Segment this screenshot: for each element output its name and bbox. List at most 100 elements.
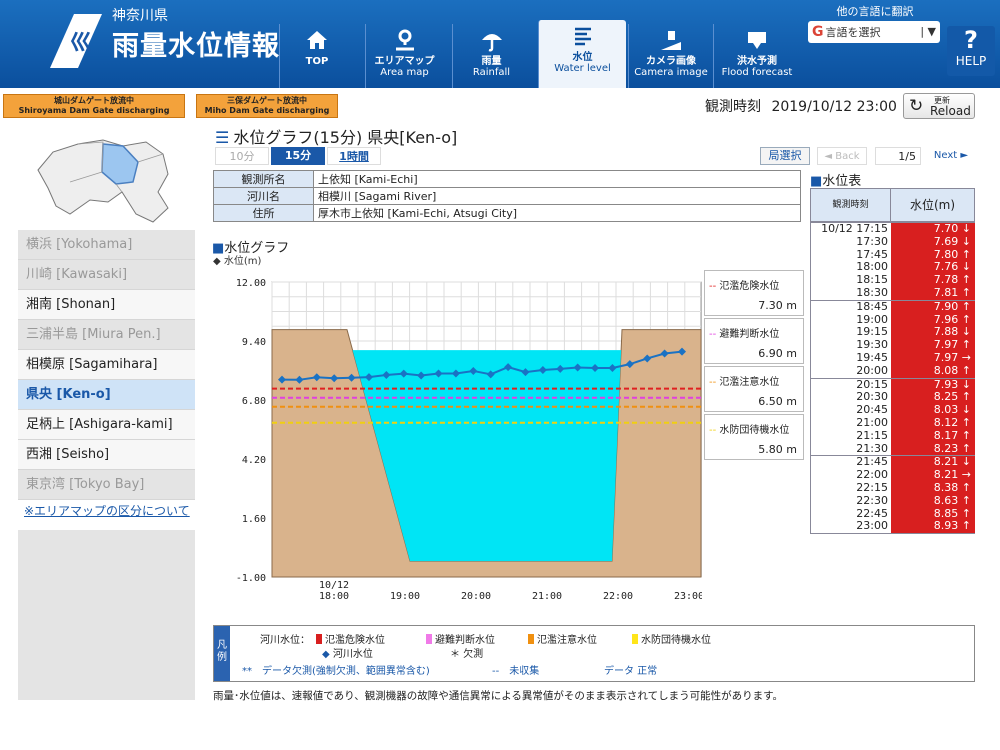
legend-swatch xyxy=(316,634,322,644)
legend-normal: データ 正常 xyxy=(604,666,658,677)
kanagawa-map xyxy=(37,139,169,223)
sidebar-area-miura: 三浦半島 [Miura Pen.] xyxy=(18,320,195,350)
back-button[interactable]: ◄ Back xyxy=(817,147,867,165)
station-name-value: 上依知 [Kami-Echi] xyxy=(313,170,801,188)
legend-swatch xyxy=(632,634,638,644)
kanagawa-logo[interactable]: 巛 xyxy=(40,6,104,70)
refresh-icon: ↻ xyxy=(909,96,924,116)
area-map-thumbnail[interactable] xyxy=(18,122,195,230)
dash-icon: -- xyxy=(709,329,717,340)
y-tick-label: 6.80 xyxy=(242,396,266,407)
row-level: 8.23 ↑ xyxy=(891,442,975,456)
nav-flood-forecast[interactable]: 洪水予測 Flood forecast xyxy=(713,24,800,88)
reload-button[interactable]: ↻ 更新 Reload xyxy=(903,93,975,119)
dam-notice-shiroyama[interactable]: 城山ダムゲート放流中 Shiroyama Dam Gate dischargin… xyxy=(3,94,185,118)
help-button[interactable]: ? HELP xyxy=(947,26,995,76)
water-level-group: 10/12 17:15 7.70 ↓ 17:30 7.69 ↓ 17:45 7.80 ↑ 1… xyxy=(811,222,975,301)
row-time: 20:00 xyxy=(856,363,888,377)
y-tick-label: 12.00 xyxy=(236,278,266,289)
row-level: 8.93 ↑ xyxy=(891,520,975,534)
table-row: 18:30 7.81 ↑ xyxy=(811,286,975,300)
next-button[interactable]: Next ► xyxy=(925,147,977,165)
row-level: 7.70 ↓ xyxy=(891,222,975,236)
threshold-evacuation: -- 避難判断水位 6.90 m xyxy=(704,318,804,364)
x-tick-label: 22:00 xyxy=(603,591,633,602)
x-tick-label: 21:00 xyxy=(532,591,562,602)
table-row: 21:15 8.17 ↑ xyxy=(811,428,975,443)
station-select-button[interactable]: 局選択 xyxy=(760,147,810,165)
legend-river-label: 河川水位： xyxy=(260,635,310,646)
google-icon: G xyxy=(812,24,824,40)
sidebar-area-shonan[interactable]: 湘南 [Shonan] xyxy=(18,290,195,320)
table-row: 22:15 8.38 ↑ xyxy=(811,481,975,495)
water-level-group: 21:45 8.21 ↓ 22:00 8.21 → 22:15 8.38 ↑ 22:30 8.… xyxy=(811,456,975,534)
dam-notice-miho[interactable]: 三保ダムゲート放流中 Miho Dam Gate discharging xyxy=(196,94,338,118)
y-tick-label: -1.00 xyxy=(236,573,266,584)
square-bullet-icon: ■ xyxy=(810,174,823,189)
app-title[interactable]: 雨量水位情報 xyxy=(112,24,280,63)
sidebar-area-yokohama: 横浜 [Yokohama] xyxy=(18,230,195,260)
water-level-table-header: 観測時刻 水位(m) xyxy=(810,188,975,222)
sidebar-area-sagamihara[interactable]: 相模原 [Sagamihara] xyxy=(18,350,195,380)
x-tick-label: 23:00 xyxy=(674,591,702,602)
threshold-name: 水防団待機水位 xyxy=(719,425,790,436)
row-time: 21:00 xyxy=(856,415,888,429)
sidebar-area-ken-o[interactable]: 県央 [Ken-o] xyxy=(18,380,195,410)
x-tick-date: 10/12 xyxy=(319,580,349,591)
camera-icon xyxy=(629,28,713,56)
disclaimer: 雨量･水位値は、速報値であり、観測機器の故障や通信異常による異常値がそのまま表示… xyxy=(213,690,784,702)
legend-label: 氾濫注意水位 xyxy=(537,635,597,646)
header-level: 水位(m) xyxy=(891,189,974,221)
area-map-division-link[interactable]: ※エリアマップの区分について xyxy=(24,502,190,519)
tab-interval-1hour[interactable]: 1時間 xyxy=(327,147,381,165)
list-icon: ☰ xyxy=(215,128,230,147)
nav-rainfall[interactable]: 雨量 Rainfall xyxy=(452,24,530,88)
dash-icon: -- xyxy=(709,281,717,292)
y-tick-label: 4.20 xyxy=(242,455,266,466)
legend-box: 凡例 河川水位： 氾濫危険水位 避難判断水位 氾濫注意水位 水防団待機水位 ◆ … xyxy=(213,625,975,682)
threshold-name: 氾濫注意水位 xyxy=(719,377,780,388)
dam-notice-line1: 城山ダムゲート放流中 xyxy=(54,96,134,105)
tab-interval-10min[interactable]: 10分 xyxy=(215,147,269,165)
threshold-flood-danger: -- 氾濫危険水位 7.30 m xyxy=(704,270,804,316)
header-time: 観測時刻 xyxy=(811,189,891,221)
table-row: 10/12 17:15 7.70 ↓ xyxy=(811,222,975,236)
page-title-text: 水位グラフ(15分) 県央[Ken-o] xyxy=(233,128,458,147)
row-time: 19:45 xyxy=(856,350,888,364)
legend-label: 水防団待機水位 xyxy=(641,635,711,646)
threshold-standby: -- 水防団待機水位 5.80 m xyxy=(704,414,804,460)
nav-water-level-sublabel: Water level xyxy=(554,63,611,74)
threshold-value: 5.80 m xyxy=(758,443,797,456)
row-time: 21:15 xyxy=(856,428,888,442)
nav-flood-label: 洪水予測 xyxy=(737,56,777,67)
row-time: 23:00 xyxy=(856,519,888,533)
nav-camera-image[interactable]: カメラ画像 Camera image xyxy=(628,24,713,88)
sidebar-area-seisho[interactable]: 西湘 [Seisho] xyxy=(18,440,195,470)
dash-icon: -- xyxy=(709,425,717,436)
nav-top[interactable]: TOP xyxy=(279,24,354,88)
legend-missing: ＊ 欠測 xyxy=(450,649,484,660)
sidebar-area-ashigara-kami[interactable]: 足柄上 [Ashigara-kami] xyxy=(18,410,195,440)
threshold-name: 氾濫危険水位 xyxy=(719,281,780,292)
language-select[interactable]: G 言語を選択 | ▼ xyxy=(808,21,940,43)
nav-area-map[interactable]: エリアマップ Area map xyxy=(365,24,443,88)
table-row: 23:00 8.93 ↑ xyxy=(811,519,975,534)
y-tick-label: 9.40 xyxy=(242,337,266,348)
svg-text:巛: 巛 xyxy=(70,30,92,56)
station-name-key: 観測所名 xyxy=(213,170,314,188)
table-row: 18:45 7.90 ↑ xyxy=(811,300,975,314)
tab-interval-15min[interactable]: 15分 xyxy=(271,147,325,165)
x-tick-label: 20:00 xyxy=(461,591,491,602)
row-level: 8.12 ↑ xyxy=(891,416,975,430)
nav-water-level[interactable]: 水位 Water level xyxy=(538,20,626,88)
nav-rainfall-sublabel: Rainfall xyxy=(472,67,511,78)
legend-river-level: ◆ 河川水位 xyxy=(322,645,373,660)
page-title: ☰ 水位グラフ(15分) 県央[Ken-o] xyxy=(215,124,457,148)
table-row: 河川名 相模川 [Sagami River] xyxy=(213,187,801,205)
dam-notice-line1: 三保ダムゲート放流中 xyxy=(227,96,307,105)
table-row: 住所 厚木市上依知 [Kami-Echi, Atsugi City] xyxy=(213,204,801,222)
nav-water-level-label: 水位 xyxy=(572,52,593,63)
help-label: HELP xyxy=(955,54,987,68)
umbrella-icon xyxy=(453,28,530,56)
row-time: 10/12 17:15 xyxy=(821,222,888,235)
